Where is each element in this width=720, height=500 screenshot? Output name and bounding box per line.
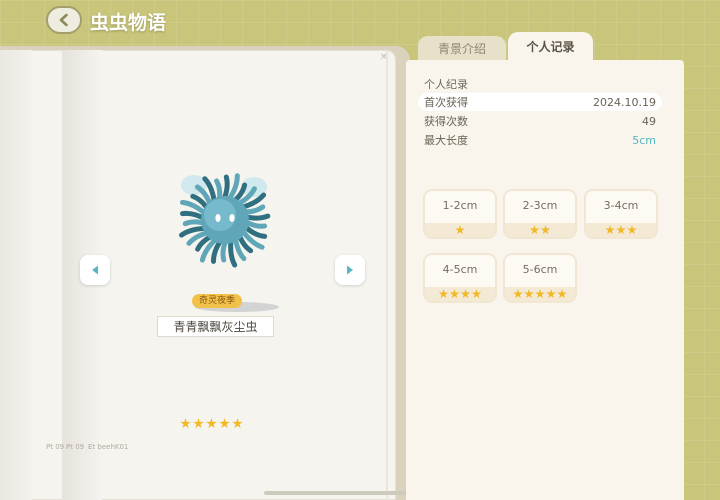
size-card-2[interactable]: 2-3cm: [503, 189, 577, 239]
star-icon: [616, 225, 626, 235]
size-stars: [586, 223, 656, 237]
page-edge: [386, 50, 388, 500]
back-arrow-icon: [59, 13, 68, 27]
stat-row-first-obtained: 首次获得 2024.10.19: [418, 93, 662, 111]
triangle-left-icon: [92, 265, 98, 275]
star-icon: [460, 289, 471, 299]
season-badge: 奇灵夜季: [192, 294, 243, 308]
star-icon: [557, 289, 567, 299]
footer-text-c: Et beehK01: [88, 443, 129, 451]
star-icon: [529, 225, 540, 235]
stat-row-max-length: 最大长度 5cm: [418, 131, 662, 149]
star-icon: [219, 418, 230, 429]
stat-value: 49: [642, 114, 656, 128]
size-label: 4-5cm: [442, 263, 478, 276]
size-stars: [505, 287, 575, 301]
fuzzy-bug-icon: [179, 173, 271, 268]
star-icon: [471, 289, 482, 299]
size-card-1[interactable]: 1-2cm: [423, 189, 497, 239]
star-icon: [540, 225, 551, 235]
record-section-title: 个人纪录: [424, 78, 468, 91]
star-icon: [535, 289, 545, 299]
size-label: 1-2cm: [442, 199, 478, 212]
creature-image[interactable]: [170, 165, 280, 275]
size-stars: [425, 287, 495, 301]
stat-row-times-obtained: 获得次数 49: [418, 112, 662, 130]
creature-name: 青青飘飘灰尘虫: [157, 316, 274, 337]
creature-eye-right: [229, 214, 235, 222]
size-stars: [425, 223, 495, 237]
creature-eye-left: [215, 214, 221, 222]
stat-label: 获得次数: [424, 115, 468, 128]
tab-personal-record[interactable]: 个人记录: [508, 32, 593, 60]
star-icon: [180, 418, 191, 429]
size-card-3[interactable]: 3-4cm: [584, 189, 658, 239]
triangle-right-icon: [347, 265, 353, 275]
star-icon: [438, 289, 449, 299]
star-icon: [524, 289, 534, 299]
prev-creature-button[interactable]: [80, 255, 110, 285]
star-icon: [449, 289, 460, 299]
tab-scene-intro[interactable]: 青景介绍: [418, 36, 506, 60]
page-spine-shade: [0, 50, 32, 500]
size-label: 3-4cm: [603, 199, 639, 212]
stat-value: 2024.10.19: [593, 95, 656, 109]
size-label: 2-3cm: [522, 199, 558, 212]
rarity-stars: [180, 418, 243, 429]
next-creature-button[interactable]: [335, 255, 365, 285]
star-icon: [206, 418, 217, 429]
stat-label: 首次获得: [424, 96, 468, 109]
star-icon: [455, 225, 465, 235]
size-label: 5-6cm: [522, 263, 558, 276]
size-card-4[interactable]: 4-5cm: [423, 253, 497, 303]
footer-text-a: Pt 09: [46, 443, 65, 451]
star-icon: [605, 225, 615, 235]
star-icon: [232, 418, 243, 429]
star-icon: [193, 418, 204, 429]
stat-label: 最大长度: [424, 134, 468, 147]
size-stars: [505, 223, 575, 237]
size-card-5[interactable]: 5-6cm: [503, 253, 577, 303]
footer-text-b: Pt 09: [66, 443, 85, 451]
star-icon: [546, 289, 556, 299]
star-icon: [513, 289, 523, 299]
back-button[interactable]: [46, 6, 82, 34]
stat-value: 5cm: [632, 133, 656, 147]
page-corner-mark: ×: [380, 52, 388, 62]
star-icon: [627, 225, 637, 235]
page-title: 虫虫物语: [90, 12, 167, 34]
